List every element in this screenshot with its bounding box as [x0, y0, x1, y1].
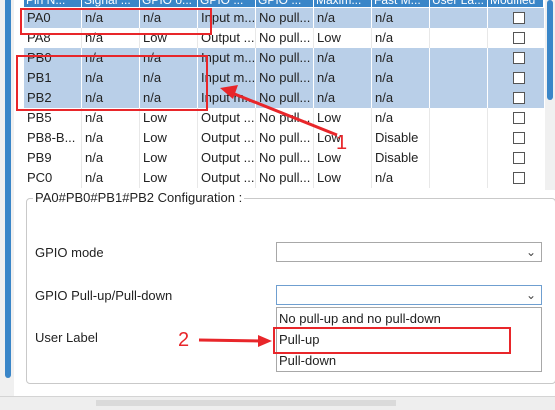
red-arrow-1-head: [220, 85, 238, 99]
red-arrow-2-head: [258, 335, 272, 347]
red-arrow-2: [198, 338, 263, 343]
annotation-number-2: 2: [178, 329, 190, 351]
annotation-arrows: [198, 85, 338, 347]
horizontal-scrollbar[interactable]: [0, 396, 555, 410]
annotation-number-1: 1: [336, 132, 348, 154]
red-arrow-1: [231, 91, 338, 137]
scrollbar-thumb[interactable]: [96, 400, 396, 406]
